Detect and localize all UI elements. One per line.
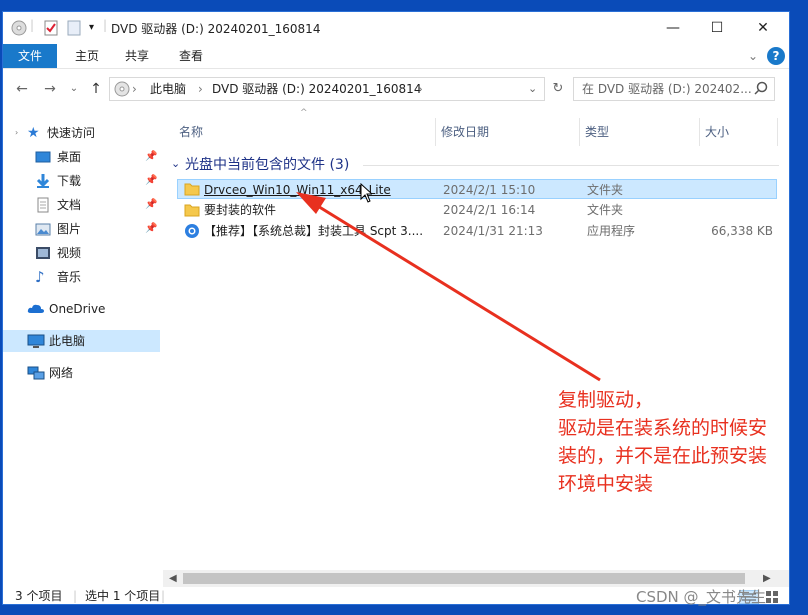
mouse-cursor-icon bbox=[360, 182, 374, 206]
annotation-line: 驱动是在装系统的时候安 bbox=[558, 417, 768, 439]
watermark: CSDN @_文书先生 bbox=[636, 588, 767, 606]
annotation-arrow bbox=[296, 192, 601, 382]
annotation-line: 复制驱动， bbox=[558, 389, 654, 411]
annotation-text: 复制驱动， 驱动是在装系统的时候安 装的，并不是在此预安装 环境中安装 bbox=[558, 386, 798, 498]
annotation-line: 装的，并不是在此预安装 bbox=[558, 445, 768, 467]
annotation-line: 环境中安装 bbox=[558, 473, 654, 495]
